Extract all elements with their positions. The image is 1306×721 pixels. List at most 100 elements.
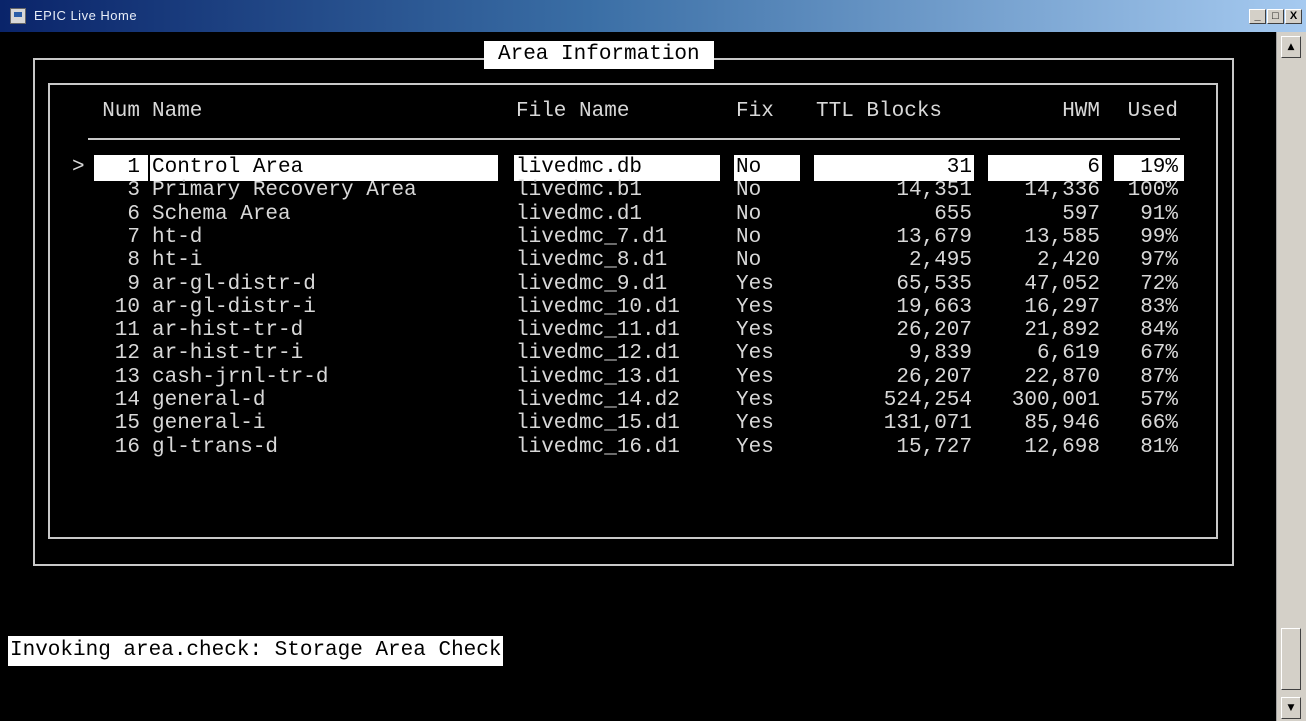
- cell-ttl: 65,535: [896, 273, 972, 296]
- cell-file: livedmc_7.d1: [516, 226, 668, 249]
- scroll-up-arrow-icon[interactable]: ▲: [1281, 36, 1301, 58]
- cell-ttl: 15,727: [896, 436, 972, 459]
- cell-file: livedmc_15.d1: [516, 412, 680, 435]
- cell-num: 6: [127, 203, 140, 226]
- cell-ttl: 13,679: [896, 226, 972, 249]
- cell-name: ar-gl-distr-i: [152, 296, 316, 319]
- window-title: EPIC Live Home: [34, 8, 138, 23]
- vertical-scrollbar[interactable]: ▲ ▼: [1276, 32, 1306, 721]
- cell-fix: Yes: [736, 412, 774, 435]
- cell-used: 91%: [1140, 203, 1178, 226]
- cell-ttl: 19,663: [896, 296, 972, 319]
- cell-name: general-d: [152, 389, 266, 412]
- header-name: Name: [152, 100, 203, 123]
- maximize-button[interactable]: □: [1267, 9, 1284, 24]
- cell-name: ar-gl-distr-d: [152, 273, 316, 296]
- cell-used: 19%: [1140, 156, 1178, 179]
- cell-fix: Yes: [736, 366, 774, 389]
- cell-ttl: 26,207: [896, 366, 972, 389]
- cell-hwm: 13,585: [1024, 226, 1100, 249]
- cell-fix: No: [736, 249, 762, 272]
- cell-file: livedmc_13.d1: [516, 366, 680, 389]
- cell-hwm: 16,297: [1024, 296, 1100, 319]
- cell-name: ar-hist-tr-d: [152, 319, 304, 342]
- cell-num: 7: [127, 226, 140, 249]
- cell-fix: No: [736, 156, 762, 179]
- cell-name: general-i: [152, 412, 266, 435]
- cell-fix: Yes: [736, 436, 774, 459]
- cell-used: 67%: [1140, 342, 1178, 365]
- header-num: Num: [102, 100, 140, 123]
- cell-num: 15: [114, 412, 140, 435]
- cell-ttl: 655: [934, 203, 972, 226]
- cell-file: livedmc_8.d1: [516, 249, 668, 272]
- header-hwm: HWM: [1062, 100, 1100, 123]
- scroll-down-arrow-icon[interactable]: ▼: [1281, 697, 1301, 719]
- cell-num: 8: [127, 249, 140, 272]
- cell-used: 99%: [1140, 226, 1178, 249]
- cell-file: livedmc_10.d1: [516, 296, 680, 319]
- cell-name: cash-jrnl-tr-d: [152, 366, 329, 389]
- cell-hwm: 22,870: [1024, 366, 1100, 389]
- cell-fix: Yes: [736, 319, 774, 342]
- cell-fix: No: [736, 203, 762, 226]
- cell-file: livedmc.db: [516, 156, 643, 179]
- cell-hwm: 14,336: [1024, 179, 1100, 202]
- cell-ttl: 31: [946, 156, 972, 179]
- cell-hwm: 47,052: [1024, 273, 1100, 296]
- terminal-window: EPIC Live Home _ □ X ▲ ▼ Area Informatio…: [0, 0, 1306, 721]
- cell-fix: No: [736, 179, 762, 202]
- cell-used: 72%: [1140, 273, 1178, 296]
- title-bar[interactable]: EPIC Live Home _ □ X: [0, 0, 1306, 32]
- cell-ttl: 14,351: [896, 179, 972, 202]
- cell-ttl: 2,495: [908, 249, 972, 272]
- cell-ttl: 26,207: [896, 319, 972, 342]
- cell-name: ar-hist-tr-i: [152, 342, 304, 365]
- cell-hwm: 597: [1062, 203, 1100, 226]
- cell-fix: Yes: [736, 389, 774, 412]
- header-file-name: File Name: [516, 100, 630, 123]
- header-ttl-blocks: TTL Blocks: [816, 100, 943, 123]
- cell-name: gl-trans-d: [152, 436, 279, 459]
- cell-fix: Yes: [736, 296, 774, 319]
- cell-num: 13: [114, 366, 140, 389]
- cell-hwm: 21,892: [1024, 319, 1100, 342]
- cell-fix: Yes: [736, 273, 774, 296]
- cell-file: livedmc_14.d2: [516, 389, 680, 412]
- cell-num: 14: [114, 389, 140, 412]
- header-divider: [88, 138, 1180, 140]
- cell-used: 87%: [1140, 366, 1178, 389]
- minimize-button[interactable]: _: [1249, 9, 1266, 24]
- cell-ttl: 524,254: [883, 389, 972, 412]
- cell-hwm: 12,698: [1024, 436, 1100, 459]
- cell-name: ht-d: [152, 226, 203, 249]
- cell-file: livedmc_9.d1: [516, 273, 668, 296]
- cell-file: livedmc_16.d1: [516, 436, 680, 459]
- cell-fix: No: [736, 226, 762, 249]
- cell-hwm: 85,946: [1024, 412, 1100, 435]
- cell-file: livedmc.d1: [516, 203, 643, 226]
- cell-used: 66%: [1140, 412, 1178, 435]
- cell-used: 83%: [1140, 296, 1178, 319]
- cell-name: ht-i: [152, 249, 203, 272]
- scrollbar-thumb[interactable]: [1281, 628, 1301, 690]
- cell-hwm: 300,001: [1011, 389, 1100, 412]
- cell-used: 81%: [1140, 436, 1178, 459]
- cell-fix: Yes: [736, 342, 774, 365]
- cell-num: 9: [127, 273, 140, 296]
- cell-used: 100%: [1127, 179, 1178, 202]
- panel-title: Area Information: [484, 41, 714, 69]
- window-controls: _ □ X: [1249, 9, 1302, 24]
- cell-num: 16: [114, 436, 140, 459]
- cell-hwm: 6,619: [1036, 342, 1100, 365]
- close-button[interactable]: X: [1285, 9, 1302, 24]
- terminal-icon[interactable]: [10, 8, 26, 24]
- cell-used: 84%: [1140, 319, 1178, 342]
- cell-file: livedmc.b1: [516, 179, 643, 202]
- cell-name: Control Area: [152, 156, 304, 179]
- cell-used: 97%: [1140, 249, 1178, 272]
- cell-name: Primary Recovery Area: [152, 179, 417, 202]
- cell-num: 3: [127, 179, 140, 202]
- cell-num: 12: [114, 342, 140, 365]
- cell-num: 1: [127, 156, 140, 179]
